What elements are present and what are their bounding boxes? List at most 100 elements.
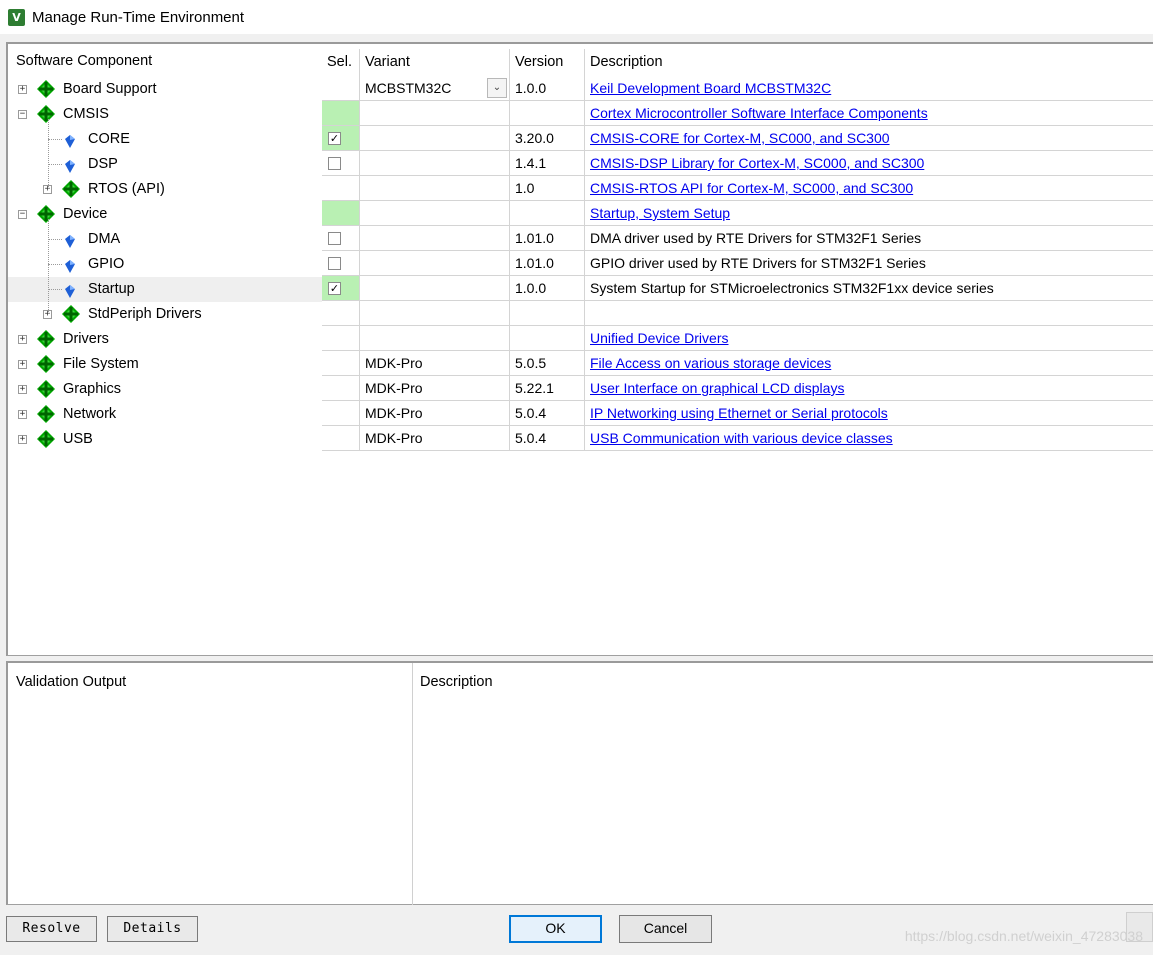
cell-sel[interactable] (322, 326, 360, 351)
description-link[interactable]: Unified Device Drivers (590, 330, 728, 346)
description-link[interactable]: IP Networking using Ethernet or Serial p… (590, 405, 888, 421)
cell-version (510, 326, 585, 351)
cell-sel[interactable] (322, 376, 360, 401)
collapse-icon[interactable]: − (18, 210, 27, 219)
expand-icon[interactable]: + (18, 85, 27, 94)
cell-sel[interactable] (322, 351, 360, 376)
cell-sel[interactable] (322, 251, 360, 276)
select-checkbox[interactable]: ✓ (328, 131, 341, 145)
version-value: 1.01.0 (515, 230, 554, 246)
header-sel[interactable]: Sel. (322, 49, 360, 76)
cell-variant[interactable] (360, 301, 510, 326)
cancel-button[interactable]: Cancel (619, 915, 712, 943)
tree-connector (48, 164, 62, 165)
expand-icon[interactable]: + (18, 385, 27, 394)
tree-item[interactable]: DSP (8, 152, 322, 177)
cell-variant[interactable]: MCBSTM32C ⌄ (360, 76, 510, 101)
expand-icon[interactable]: + (18, 410, 27, 419)
details-button[interactable]: Details (107, 916, 198, 942)
cell-sel[interactable] (322, 401, 360, 426)
tree-item[interactable]: Startup (8, 277, 322, 302)
variant-value: MCBSTM32C (365, 80, 452, 96)
tree-item[interactable]: + Network (8, 402, 322, 427)
description-link[interactable]: Startup, System Setup (590, 205, 730, 221)
chevron-down-icon[interactable]: ⌄ (487, 78, 507, 98)
cell-sel[interactable] (322, 301, 360, 326)
header-validation-output: Validation Output (16, 674, 127, 690)
variant-value: MDK-Pro (365, 405, 423, 421)
green-diamond-icon (37, 380, 55, 398)
tree-item[interactable]: + StdPeriph Drivers (8, 302, 322, 327)
header-version[interactable]: Version (510, 49, 585, 76)
expand-icon[interactable]: + (18, 435, 27, 444)
expand-icon[interactable]: + (18, 335, 27, 344)
description-link[interactable]: CMSIS-DSP Library for Cortex-M, SC000, a… (590, 155, 924, 171)
tree-item[interactable]: + RTOS (API) (8, 177, 322, 202)
description-link[interactable]: Cortex Microcontroller Software Interfac… (590, 105, 928, 121)
cell-variant[interactable]: MDK-Pro (360, 426, 510, 451)
tree-item-label: CORE (88, 131, 130, 147)
cell-sel[interactable]: ✓ (322, 276, 360, 301)
tree-connector (48, 119, 49, 189)
cell-version: 3.20.0 (510, 126, 585, 151)
tree-item[interactable]: + File System (8, 352, 322, 377)
cell-variant[interactable] (360, 276, 510, 301)
tree-item[interactable]: − CMSIS (8, 102, 322, 127)
tree-item[interactable]: + USB (8, 427, 322, 452)
description-link[interactable]: File Access on various storage devices (590, 355, 831, 371)
cell-variant[interactable] (360, 251, 510, 276)
ok-button[interactable]: OK (509, 915, 602, 943)
cell-sel[interactable] (322, 201, 360, 226)
keil-app-icon: V (8, 8, 25, 26)
blue-gem-icon (65, 257, 75, 273)
select-checkbox[interactable]: ✓ (328, 281, 341, 295)
cell-variant[interactable] (360, 226, 510, 251)
version-value: 1.0 (515, 180, 535, 196)
cell-variant[interactable] (360, 126, 510, 151)
tree-connector (48, 289, 62, 290)
select-checkbox[interactable] (328, 156, 341, 170)
description-link[interactable]: USB Communication with various device cl… (590, 430, 893, 446)
description-link[interactable]: CMSIS-CORE for Cortex-M, SC000, and SC30… (590, 130, 890, 146)
header-software-component[interactable]: Software Component (8, 50, 152, 72)
cell-variant[interactable]: MDK-Pro (360, 376, 510, 401)
header-variant[interactable]: Variant (360, 49, 510, 76)
cell-variant[interactable] (360, 326, 510, 351)
cell-sel[interactable] (322, 76, 360, 101)
cell-sel[interactable] (322, 151, 360, 176)
select-checkbox[interactable] (328, 256, 341, 270)
green-diamond-icon (62, 305, 80, 323)
description-link[interactable]: Keil Development Board MCBSTM32C (590, 80, 831, 96)
tree-item[interactable]: GPIO (8, 252, 322, 277)
cell-sel[interactable] (322, 101, 360, 126)
expand-icon[interactable]: + (18, 360, 27, 369)
tree-item[interactable]: + Drivers (8, 327, 322, 352)
cell-variant[interactable] (360, 176, 510, 201)
green-diamond-icon (37, 355, 55, 373)
cell-variant[interactable]: MDK-Pro (360, 401, 510, 426)
select-checkbox[interactable] (328, 231, 341, 245)
cell-variant[interactable] (360, 201, 510, 226)
cell-desc: DMA driver used by RTE Drivers for STM32… (585, 226, 1153, 251)
description-link[interactable]: User Interface on graphical LCD displays (590, 380, 844, 396)
cell-variant[interactable] (360, 101, 510, 126)
collapse-icon[interactable]: − (18, 110, 27, 119)
cell-sel[interactable] (322, 426, 360, 451)
tree-item[interactable]: + Graphics (8, 377, 322, 402)
cell-sel[interactable] (322, 226, 360, 251)
cell-sel[interactable] (322, 176, 360, 201)
variant-value: MDK-Pro (365, 380, 423, 396)
cell-variant[interactable] (360, 151, 510, 176)
description-link[interactable]: CMSIS-RTOS API for Cortex-M, SC000, and … (590, 180, 913, 196)
cell-variant[interactable]: MDK-Pro (360, 351, 510, 376)
tree-item[interactable]: − Device (8, 202, 322, 227)
tree-item[interactable]: DMA (8, 227, 322, 252)
cell-desc: Keil Development Board MCBSTM32C (585, 76, 1153, 101)
tree-item[interactable]: + Board Support (8, 77, 322, 102)
header-description[interactable]: Description (585, 49, 1153, 76)
pane-divider[interactable] (412, 663, 413, 905)
cell-sel[interactable]: ✓ (322, 126, 360, 151)
tree-item[interactable]: CORE (8, 127, 322, 152)
description-text: System Startup for STMicroelectronics ST… (590, 280, 994, 296)
resolve-button[interactable]: Resolve (6, 916, 97, 942)
